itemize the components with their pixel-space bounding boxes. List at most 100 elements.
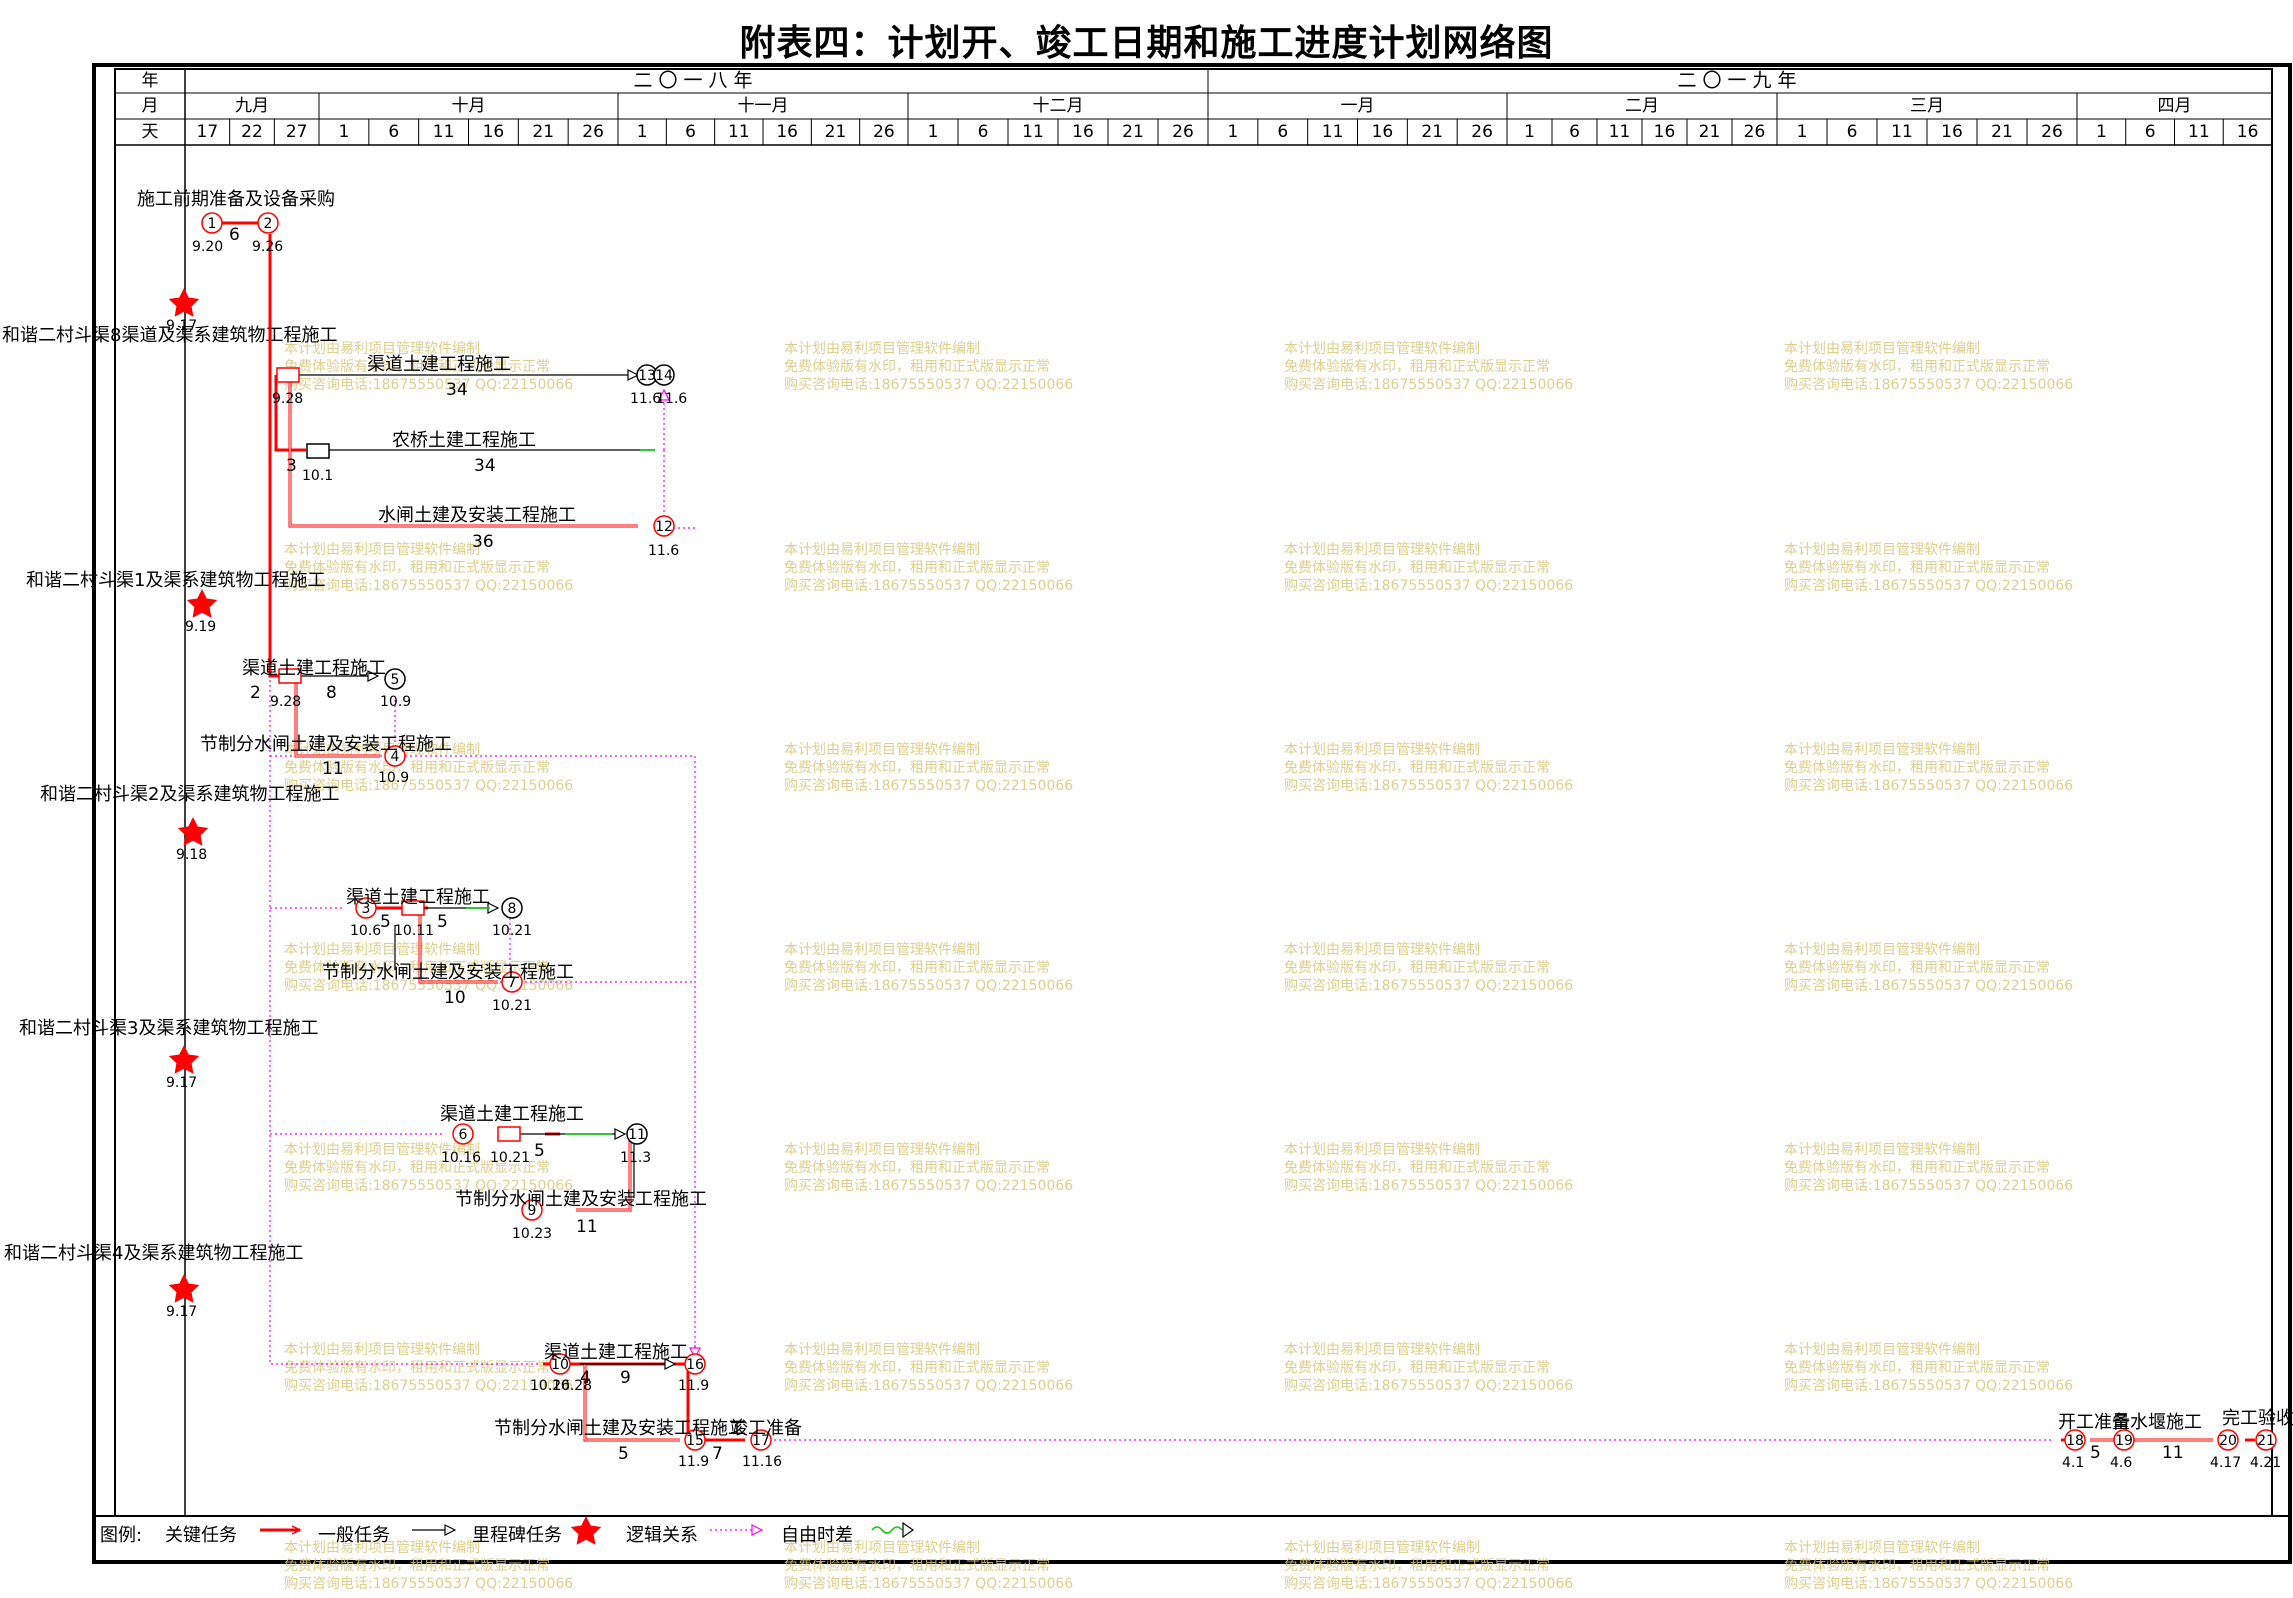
node-14-label: 14 [655,368,673,384]
milestone-star-icon [177,817,209,846]
legend-item-general: 一般任务 [318,1525,390,1546]
month-header: 十月 [452,96,486,116]
task-name: 节制分水闸土建及安装工程施工 [494,1418,746,1439]
legend-item-critical: 关键任务 [165,1525,237,1546]
task-duration: 11 [322,759,344,779]
watermark-text: 本计划由易利项目管理软件编制 [1284,942,1480,958]
legend: 图例: 关键任务 一般任务 里程碑任务 逻辑关系 自由时差 [100,1516,915,1546]
day-header: 11 [1609,122,1631,142]
task-number: 5 [618,1444,629,1464]
watermark-text: 免费体验版有水印，租用和正式版显示正常 [784,760,1050,776]
day-header: 1 [637,122,648,142]
watermark-text: 本计划由易利项目管理软件编制 [1784,341,1980,357]
watermark-text: 免费体验版有水印，租用和正式版显示正常 [784,560,1050,576]
day-header: 17 [197,122,219,142]
watermark-text: 免费体验版有水印，租用和正式版显示正常 [784,359,1050,375]
month-header: 四月 [2158,96,2192,116]
task-name: 节制分水闸土建及安装工程施工 [322,962,574,983]
watermark-text: 免费体验版有水印，租用和正式版显示正常 [1284,560,1550,576]
task-name: 渠道土建工程施工 [242,658,386,679]
task-name: 渠道土建工程施工 [440,1104,584,1125]
date-label: 4.21 [2250,1455,2281,1471]
day-header: 16 [1941,122,1963,142]
day-header: 6 [685,122,696,142]
watermark-text: 本计划由易利项目管理软件编制 [284,542,480,558]
task-name: 渠道土建工程施工 [346,887,490,908]
milestone-date: 9.19 [185,619,216,635]
watermark-text: 本计划由易利项目管理软件编制 [784,542,980,558]
task-name: 节制分水闸土建及安装工程施工 [200,734,452,755]
day-header: 26 [873,122,895,142]
date-label: 11.6 [648,543,679,559]
day-header: 11 [433,122,455,142]
watermark-text: 免费体验版有水印，租用和正式版显示正常 [784,1360,1050,1376]
watermark-text: 购买咨询电话:18675550537 QQ:22150066 [1284,578,1573,594]
date-label: 10.21 [490,1150,530,1166]
date-label: 10.23 [512,1226,552,1242]
watermark-text: 本计划由易利项目管理软件编制 [284,942,480,958]
day-header: 26 [1471,122,1493,142]
watermark-text: 购买咨询电话:18675550537 QQ:22150066 [284,578,573,594]
milestone-star-icon [168,1274,200,1303]
day-header: 11 [1322,122,1344,142]
node-21-label: 21 [2257,1433,2275,1449]
watermark-text: 购买咨询电话:18675550537 QQ:22150066 [284,377,573,393]
date-label: 4.1 [2062,1455,2084,1471]
watermark-text: 免费体验版有水印，租用和正式版显示正常 [1784,1360,2050,1376]
watermark-text: 购买咨询电话:18675550537 QQ:22150066 [784,1378,1073,1394]
watermark-text: 购买咨询电话:18675550537 QQ:22150066 [784,1178,1073,1194]
watermark-text: 本计划由易利项目管理软件编制 [1284,542,1480,558]
date-label: 10.6 [350,923,381,939]
date-label: 11.16 [742,1454,782,1470]
task-duration: 11 [2162,1443,2184,1463]
day-header: 6 [1569,122,1580,142]
node-8-label: 8 [508,901,517,917]
node-1-label: 1 [208,216,217,232]
day-header: 16 [483,122,505,142]
day-header: 21 [1122,122,1144,142]
day-header: 26 [582,122,604,142]
milestone-star-icon [168,1045,200,1074]
watermark-text: 购买咨询电话:18675550537 QQ:22150066 [1284,978,1573,994]
watermark-text: 购买咨询电话:18675550537 QQ:22150066 [784,978,1073,994]
node-18-label: 18 [2066,1433,2084,1449]
task-number: 4 [580,1368,591,1388]
node-box [306,443,330,459]
task-duration: 5 [437,912,448,932]
watermark-text: 购买咨询电话:18675550537 QQ:22150066 [1284,778,1573,794]
day-header: 6 [388,122,399,142]
watermark-text: 本计划由易利项目管理软件编制 [784,742,980,758]
watermark-text: 免费体验版有水印，租用和正式版显示正常 [1784,960,2050,976]
day-header: 22 [241,122,263,142]
watermark-text: 免费体验版有水印，租用和正式版显示正常 [1284,1558,1550,1574]
milestone-date: 9.17 [166,1075,197,1091]
watermark-text: 免费体验版有水印，租用和正式版显示正常 [1284,359,1550,375]
day-header: 27 [286,122,308,142]
year-2019: 二〇一九年 [1677,70,1802,92]
day-header: 1 [339,122,350,142]
watermark-text: 本计划由易利项目管理软件编制 [1784,1142,1980,1158]
watermark-text: 本计划由易利项目管理软件编制 [784,1142,980,1158]
milestone-date: 9.17 [166,1304,197,1320]
watermark-text: 本计划由易利项目管理软件编制 [1784,1342,1980,1358]
day-header: 26 [1744,122,1766,142]
date-label: 10.9 [378,770,409,786]
day-header: 1 [928,122,939,142]
group-label-canal3: 和谐二村斗渠3及渠系建筑物工程施工 [19,1018,318,1039]
node-2-label: 2 [264,216,273,232]
task-duration: 5 [2090,1443,2101,1463]
date-label: 10.9 [380,694,411,710]
watermark-text: 免费体验版有水印，租用和正式版显示正常 [1784,359,2050,375]
month-row-label: 月 [142,96,159,116]
watermark-text: 免费体验版有水印，租用和正式版显示正常 [1284,1360,1550,1376]
month-header: 九月 [235,96,269,116]
watermark-text: 购买咨询电话:18675550537 QQ:22150066 [284,1576,573,1592]
date-label: 10.21 [492,923,532,939]
watermark-text: 免费体验版有水印，租用和正式版显示正常 [1784,560,2050,576]
month-header: 二月 [1625,96,1659,116]
day-row-label: 天 [142,122,159,142]
date-label: 4.17 [2210,1455,2241,1471]
task-number: 3 [286,456,297,476]
day-header: 21 [1421,122,1443,142]
watermark-text: 购买咨询电话:18675550537 QQ:22150066 [1784,377,2073,393]
